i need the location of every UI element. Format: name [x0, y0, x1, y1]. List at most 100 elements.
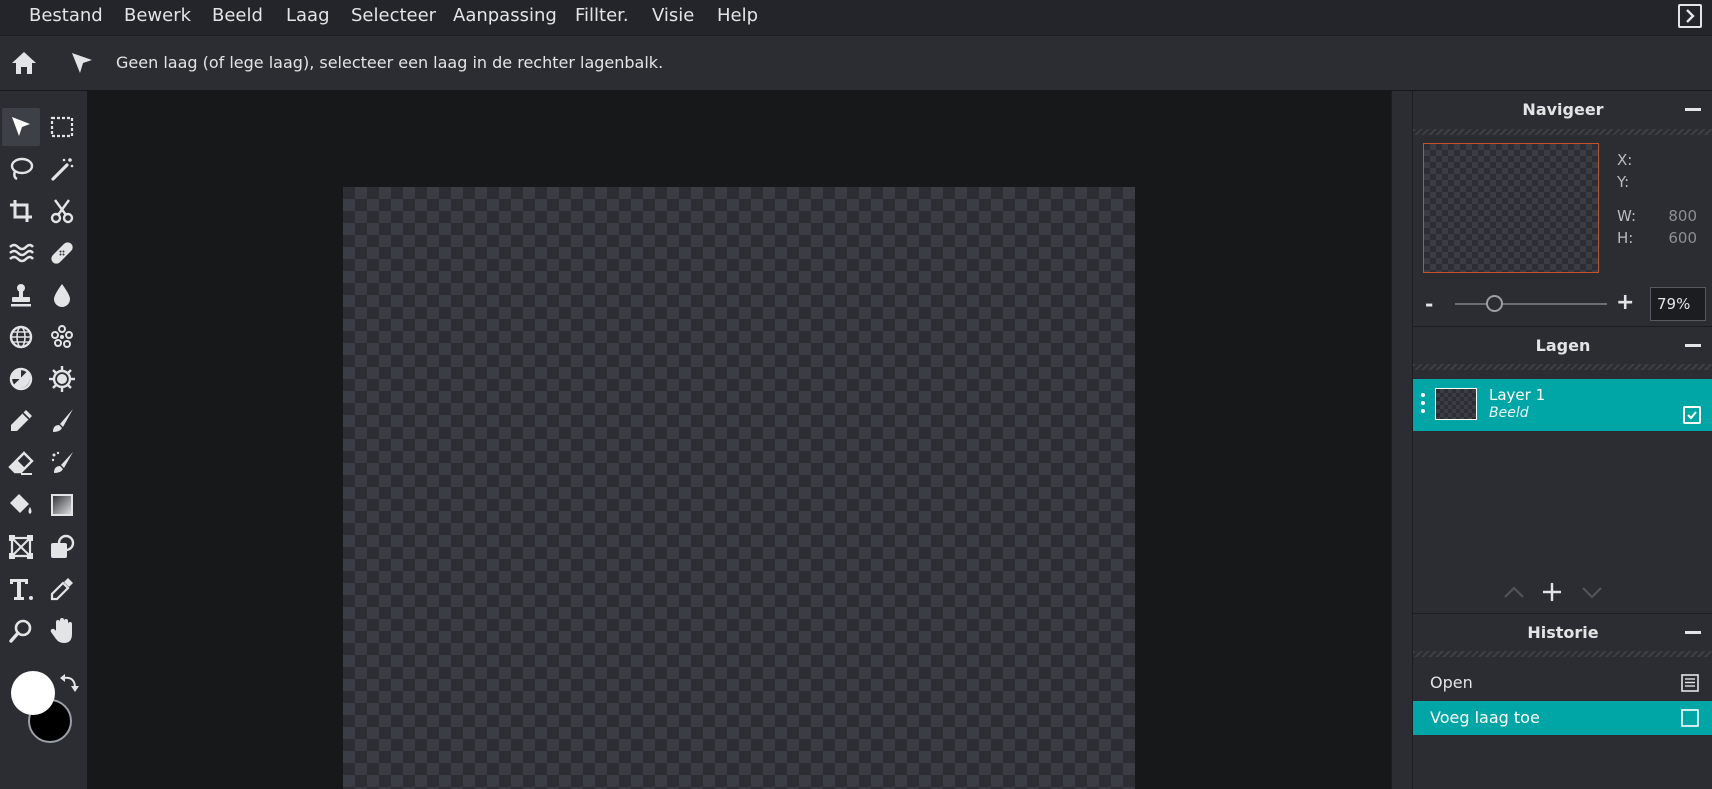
navigator-divider: [1413, 129, 1712, 135]
menu-filter[interactable]: Fillter.: [575, 5, 629, 26]
menu-help[interactable]: Help: [717, 5, 758, 26]
options-bar: Geen laag (of lege laag), selecteer een …: [0, 35, 1712, 90]
square-icon: [1681, 709, 1699, 727]
contrast-icon: [9, 367, 33, 391]
crop-tool[interactable]: [2, 192, 40, 230]
eyedropper-tool[interactable]: [43, 570, 81, 608]
dots-icon: [51, 325, 73, 348]
canvas[interactable]: [343, 187, 1135, 789]
layers-divider: [1413, 364, 1712, 370]
eyedropper-icon: [50, 578, 73, 601]
menu-bar: Bestand Bewerk Beeld Laag Selecteer Aanp…: [0, 0, 1712, 35]
text-tool[interactable]: [2, 570, 40, 608]
pencil-tool[interactable]: [2, 402, 40, 440]
home-icon: [12, 52, 36, 74]
gradient-tool[interactable]: [43, 486, 81, 524]
check-icon: [1687, 411, 1697, 420]
history-header: Historie: [1413, 613, 1712, 651]
panel-toggle-button[interactable]: [1678, 4, 1702, 28]
sun-tool[interactable]: [43, 360, 81, 398]
add-layer-icon[interactable]: [1540, 580, 1564, 604]
bucket-icon: [10, 494, 32, 514]
menu-aanpassing[interactable]: Aanpassing: [453, 5, 557, 26]
contrast-tool[interactable]: [2, 360, 40, 398]
eraser-icon: [8, 451, 34, 475]
layer-up-icon[interactable]: [1502, 580, 1526, 604]
layer-visibility-checkbox[interactable]: [1683, 406, 1701, 424]
history-label: Voeg laag toe: [1430, 708, 1540, 727]
menu-laag[interactable]: Laag: [286, 5, 330, 26]
bandage-icon: [51, 242, 73, 264]
layers-title: Lagen: [1535, 336, 1591, 355]
transform-tool[interactable]: [2, 528, 40, 566]
brush-tool[interactable]: [43, 402, 81, 440]
navigator-preview[interactable]: [1423, 143, 1599, 273]
layer-down-icon[interactable]: [1580, 580, 1604, 604]
nav-w-value: 800: [1668, 207, 1697, 225]
menu-bewerk[interactable]: Bewerk: [124, 5, 191, 26]
layers-collapse-icon[interactable]: [1685, 344, 1701, 347]
eraser-tool[interactable]: [2, 444, 40, 482]
layer-name: Layer 1: [1489, 386, 1546, 404]
zoom-slider-track[interactable]: [1455, 303, 1607, 305]
navigator-collapse-icon[interactable]: [1685, 108, 1701, 111]
transform-icon: [9, 535, 33, 559]
swap-colors-icon[interactable]: [58, 673, 80, 695]
menu-visie[interactable]: Visie: [652, 5, 694, 26]
menu-selecteer[interactable]: Selecteer: [351, 5, 436, 26]
rect-select-tool[interactable]: [43, 108, 81, 146]
lasso-icon: [10, 157, 34, 181]
nav-x-label: X:: [1617, 151, 1633, 169]
move-icon: [12, 117, 30, 136]
scissors-icon: [50, 199, 74, 224]
cursor-icon: [72, 53, 92, 73]
scissors-tool[interactable]: [43, 192, 81, 230]
hand-icon: [50, 618, 72, 643]
menu-beeld[interactable]: Beeld: [212, 5, 263, 26]
nav-y-label: Y:: [1617, 173, 1630, 191]
move-tool-option[interactable]: [68, 49, 96, 77]
nav-h-label: H:: [1617, 229, 1634, 247]
layer-row[interactable]: Layer 1 Beeld: [1413, 379, 1712, 431]
heal-tool[interactable]: [43, 234, 81, 272]
drop-icon: [54, 284, 70, 307]
workspace: [87, 91, 1391, 789]
spray-brush-tool[interactable]: [43, 444, 81, 482]
sphere-tool[interactable]: [2, 318, 40, 356]
history-item-add-layer[interactable]: Voeg laag toe: [1413, 701, 1712, 735]
stamp-icon: [11, 284, 31, 307]
nav-w-label: W:: [1617, 207, 1637, 225]
navigator-header: Navigeer: [1413, 91, 1712, 129]
zoom-tool[interactable]: [2, 612, 40, 650]
dots-tool[interactable]: [43, 318, 81, 356]
lasso-tool[interactable]: [2, 150, 40, 188]
gear-sun-icon: [49, 366, 75, 392]
wave-tool[interactable]: [2, 234, 40, 272]
toolbox: [0, 91, 87, 789]
layers-header: Lagen: [1413, 326, 1712, 364]
zoom-out-button[interactable]: -: [1425, 292, 1433, 316]
spray-brush-icon: [51, 451, 73, 473]
zoom-input[interactable]: [1650, 287, 1706, 321]
history-item-open[interactable]: Open: [1413, 666, 1712, 700]
zoom-slider-handle[interactable]: [1486, 295, 1504, 312]
pencil-icon: [11, 410, 32, 431]
drag-handle-icon[interactable]: [1421, 393, 1425, 417]
blur-tool[interactable]: [43, 276, 81, 314]
gradient-icon: [51, 494, 73, 516]
magic-wand-tool[interactable]: [43, 150, 81, 188]
hand-tool[interactable]: [43, 612, 81, 650]
clone-stamp-tool[interactable]: [2, 276, 40, 314]
move-tool[interactable]: [2, 108, 40, 146]
right-panels: Navigeer X: Y: W: 800 H: 600 - + Lagen L…: [1412, 91, 1712, 789]
fill-tool[interactable]: [2, 486, 40, 524]
home-button[interactable]: [10, 49, 38, 77]
history-collapse-icon[interactable]: [1685, 631, 1701, 634]
layer-thumbnail: [1435, 388, 1477, 420]
menu-bestand[interactable]: Bestand: [29, 5, 103, 26]
zoom-in-button[interactable]: +: [1616, 290, 1634, 315]
shape-tool[interactable]: [43, 528, 81, 566]
navigator-title: Navigeer: [1522, 100, 1604, 119]
foreground-color[interactable]: [11, 671, 55, 715]
brush-icon: [53, 409, 73, 432]
